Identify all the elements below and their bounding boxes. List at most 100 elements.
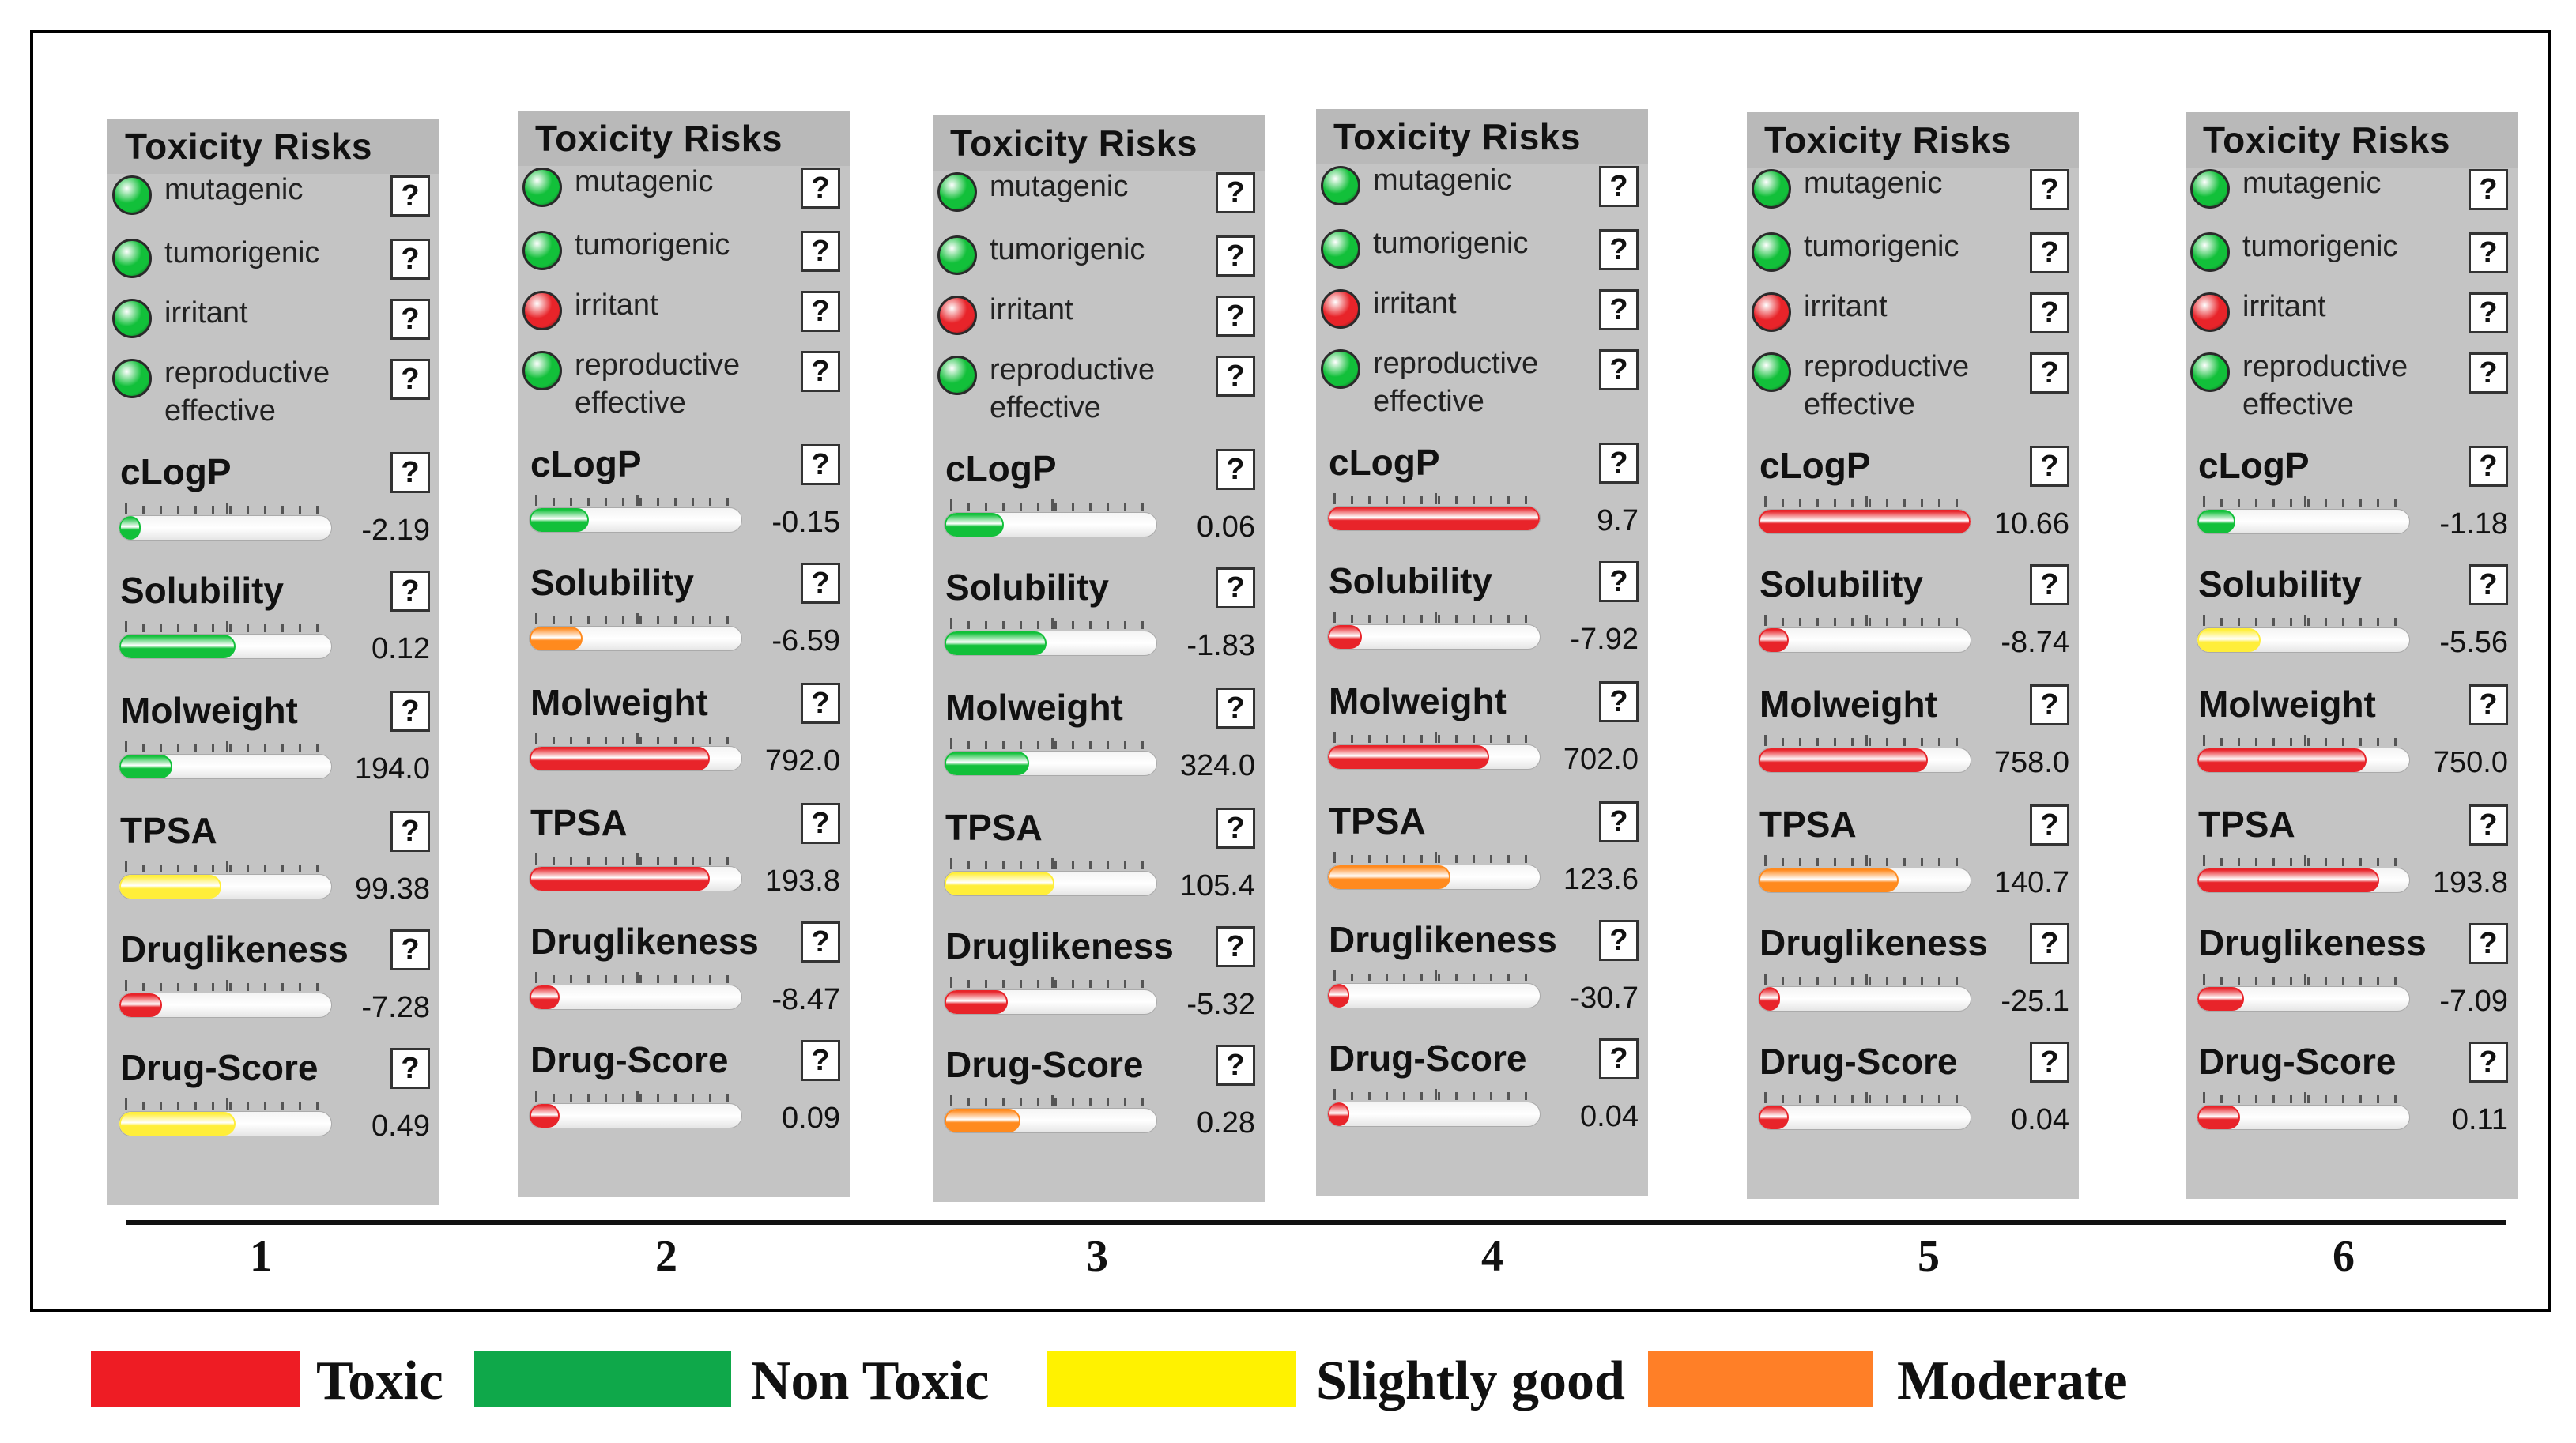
scale-ticks [535,1091,739,1102]
risk-label: irritant [1373,287,1457,320]
property-value: 792.0 [764,744,840,778]
help-icon[interactable]: ? [390,239,430,280]
help-icon[interactable]: ? [2030,804,2069,846]
score-bar-track [119,1111,332,1136]
help-icon[interactable]: ? [2469,169,2508,210]
property-name: Molweight [120,690,298,731]
help-icon[interactable]: ? [2030,292,2069,333]
help-icon[interactable]: ? [2469,684,2508,725]
help-icon[interactable]: ? [390,1048,430,1089]
help-icon[interactable]: ? [801,1040,840,1081]
help-icon[interactable]: ? [1216,926,1255,967]
help-icon[interactable]: ? [2469,564,2508,605]
risk-row-tumorigenic: tumorigenic? [518,221,850,284]
help-icon[interactable]: ? [1216,808,1255,849]
help-icon[interactable]: ? [2030,564,2069,605]
help-icon[interactable]: ? [2469,352,2508,394]
legend-label-toxic: Toxic [316,1351,443,1411]
help-icon[interactable]: ? [2030,446,2069,487]
help-icon[interactable]: ? [1216,1045,1255,1086]
help-icon[interactable]: ? [801,921,840,963]
help-icon[interactable]: ? [1216,235,1255,277]
help-icon[interactable]: ? [2469,292,2508,333]
risk-non_toxic-indicator-icon [522,351,562,390]
help-icon[interactable]: ? [2469,232,2508,273]
help-icon[interactable]: ? [2030,169,2069,210]
help-icon[interactable]: ? [2469,1042,2508,1083]
risk-label: irritant [1804,290,1888,323]
toxicity-panel-6: Toxicity Risks mutagenic? tumorigenic? irri… [2186,112,2518,1199]
property-value: 324.0 [1179,749,1255,782]
help-icon[interactable]: ? [801,291,840,332]
help-icon[interactable]: ? [390,811,430,852]
help-icon[interactable]: ? [1216,356,1255,397]
help-icon[interactable]: ? [390,175,430,217]
score-bar-fill-toxic [2197,868,2380,892]
help-icon[interactable]: ? [801,444,840,485]
property-value: 194.0 [354,752,430,786]
help-icon[interactable]: ? [2030,684,2069,725]
help-icon[interactable]: ? [390,359,430,400]
help-icon[interactable]: ? [1599,443,1639,484]
help-icon[interactable]: ? [801,231,840,272]
help-icon[interactable]: ? [1216,296,1255,337]
property-row-molweight: Molweight? 194.0 [107,689,439,808]
score-bar-fill-toxic [530,985,560,1009]
property-value: -8.47 [771,983,840,1016]
property-row-clogp: cLogP? 10.66 [1747,444,2079,563]
help-icon[interactable]: ? [390,691,430,732]
help-icon[interactable]: ? [390,452,430,493]
help-icon[interactable]: ? [2030,1042,2069,1083]
help-icon[interactable]: ? [1599,920,1639,961]
help-icon[interactable]: ? [1599,289,1639,330]
help-icon[interactable]: ? [801,563,840,604]
help-icon[interactable]: ? [2469,923,2508,964]
property-name: TPSA [2198,804,2295,845]
help-icon[interactable]: ? [2030,352,2069,394]
help-icon[interactable]: ? [1216,449,1255,490]
help-icon[interactable]: ? [1599,1038,1639,1079]
help-icon[interactable]: ? [801,803,840,844]
scale-ticks [1333,852,1537,863]
property-name: TPSA [1329,801,1426,842]
score-bar-track [529,507,742,533]
baseline-rule [126,1220,2506,1225]
property-name: Druglikeness [530,921,759,962]
property-name: Drug-Score [2198,1041,2397,1082]
score-bar-track [119,874,332,899]
help-icon[interactable]: ? [390,929,430,970]
scale-ticks [1764,735,1968,746]
help-icon[interactable]: ? [1599,801,1639,842]
help-icon[interactable]: ? [1216,688,1255,729]
help-icon[interactable]: ? [1599,561,1639,602]
scale-ticks [1764,855,1968,866]
score-bar-track [529,866,742,891]
property-value: -5.56 [2439,626,2508,659]
help-icon[interactable]: ? [801,168,840,209]
risk-label: irritant [164,296,248,330]
score-bar-track [1758,627,1971,653]
property-value: 0.49 [372,1110,430,1143]
help-icon[interactable]: ? [2469,804,2508,846]
help-icon[interactable]: ? [1216,172,1255,213]
help-icon[interactable]: ? [1599,166,1639,207]
help-icon[interactable]: ? [801,683,840,724]
risk-row-tumorigenic: tumorigenic? [1316,220,1648,283]
risk-label: tumorigenic [164,236,320,269]
help-icon[interactable]: ? [2469,446,2508,487]
score-bar-fill-toxic [1328,745,1489,769]
help-icon[interactable]: ? [390,571,430,612]
score-bar-fill-toxic [1328,507,1540,530]
help-icon[interactable]: ? [1599,681,1639,722]
help-icon[interactable]: ? [801,351,840,392]
help-icon[interactable]: ? [2030,923,2069,964]
property-value: 0.11 [2451,1103,2508,1136]
help-icon[interactable]: ? [1216,567,1255,608]
scale-ticks [950,618,1154,629]
score-bar-track [2197,509,2410,534]
help-icon[interactable]: ? [1599,349,1639,390]
help-icon[interactable]: ? [1599,229,1639,270]
help-icon[interactable]: ? [2030,232,2069,273]
score-bar-track [944,512,1157,537]
help-icon[interactable]: ? [390,299,430,340]
